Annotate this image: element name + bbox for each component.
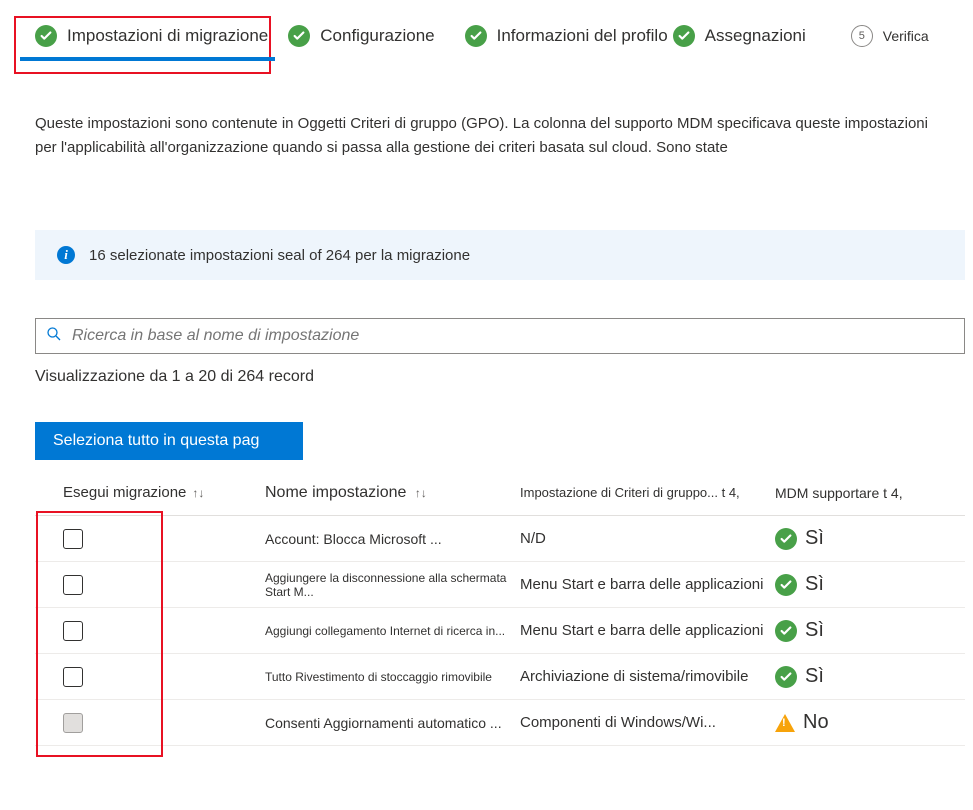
sort-icon: ↑↓ <box>415 486 427 500</box>
gpo-path: Componenti di Windows/Wi... <box>520 714 775 731</box>
setting-name[interactable]: Tutto Rivestimento di stoccaggio rimovib… <box>265 670 520 684</box>
migrate-checkbox[interactable] <box>63 667 83 687</box>
step-profile-info[interactable]: Informazioni del profilo <box>465 25 668 47</box>
warning-icon <box>775 714 795 732</box>
check-icon <box>465 25 487 47</box>
gpo-path: Archiviazione di sistema/rimovibile <box>520 668 775 685</box>
mdm-value: No <box>803 711 829 734</box>
wizard-stepper: Impostazioni di migrazione Configurazion… <box>35 25 973 47</box>
gpo-path: Menu Start e barra delle applicazioni <box>520 622 775 639</box>
gpo-path: Menu Start e barra delle applicazioni <box>520 576 775 593</box>
check-icon <box>35 25 57 47</box>
mdm-support: Sì <box>775 573 945 596</box>
step-label: Assegnazioni <box>705 26 806 46</box>
step-migration-settings[interactable]: Impostazioni di migrazione <box>35 25 268 47</box>
active-underline <box>20 57 275 61</box>
step-verify[interactable]: 5 Verifica <box>851 25 929 47</box>
mdm-support: Sì <box>775 665 945 688</box>
sort-icon: ↑↓ <box>192 486 204 500</box>
search-input[interactable] <box>72 327 954 345</box>
select-all-button[interactable]: Seleziona tutto in questa pag <box>35 422 303 460</box>
step-configuration[interactable]: Configurazione <box>288 25 434 47</box>
check-icon <box>775 666 797 688</box>
step-label: Configurazione <box>320 26 434 46</box>
mdm-value: Sì <box>805 527 824 550</box>
table-row: Tutto Rivestimento di stoccaggio rimovib… <box>35 654 965 700</box>
setting-name[interactable]: Account: Blocca Microsoft ... <box>265 531 520 547</box>
migrate-checkbox[interactable] <box>63 575 83 595</box>
banner-text: 16 selezionate impostazioni seal of 264 … <box>89 247 470 264</box>
check-icon <box>288 25 310 47</box>
table-row: Consenti Aggiornamenti automatico ...Com… <box>35 700 965 746</box>
setting-name[interactable]: Aggiungi collegamento Internet di ricerc… <box>265 624 520 638</box>
record-count-text: Visualizzazione da 1 a 20 di 264 record <box>35 368 973 386</box>
step-label: Impostazioni di migrazione <box>67 26 268 46</box>
step-label: Verifica <box>883 28 929 44</box>
check-icon <box>673 25 695 47</box>
check-icon <box>775 528 797 550</box>
settings-table: Esegui migrazione ↑↓ Nome impostazione ↑… <box>35 470 965 746</box>
setting-name[interactable]: Aggiungere la disconnessione alla scherm… <box>265 571 520 599</box>
column-mdm[interactable]: MDM supportare t 4, <box>775 485 945 501</box>
mdm-value: Sì <box>805 573 824 596</box>
table-row: Aggiungi collegamento Internet di ricerc… <box>35 608 965 654</box>
table-row: Aggiungere la disconnessione alla scherm… <box>35 562 965 608</box>
search-icon <box>46 326 62 347</box>
mdm-value: Sì <box>805 665 824 688</box>
column-name[interactable]: Nome impostazione ↑↓ <box>265 484 520 502</box>
info-banner: i 16 selezionate impostazioni seal of 26… <box>35 230 965 280</box>
gpo-path: N/D <box>520 530 775 547</box>
step-number-icon: 5 <box>851 25 873 47</box>
mdm-support: Sì <box>775 527 945 550</box>
step-assignments[interactable]: Assegnazioni <box>673 25 806 47</box>
step-label: Informazioni del profilo <box>497 26 668 46</box>
check-icon <box>775 620 797 642</box>
mdm-support: Sì <box>775 619 945 642</box>
mdm-value: Sì <box>805 619 824 642</box>
check-icon <box>775 574 797 596</box>
setting-name[interactable]: Consenti Aggiornamenti automatico ... <box>265 715 520 731</box>
column-migrate[interactable]: Esegui migrazione ↑↓ <box>35 484 265 501</box>
info-icon: i <box>57 246 75 264</box>
search-box[interactable] <box>35 318 965 354</box>
table-row: Account: Blocca Microsoft ...N/D Sì <box>35 516 965 562</box>
migrate-checkbox <box>63 713 83 733</box>
table-header: Esegui migrazione ↑↓ Nome impostazione ↑… <box>35 470 965 516</box>
mdm-support: No <box>775 711 945 734</box>
description-text: Queste impostazioni sono contenute in Og… <box>35 112 945 160</box>
migrate-checkbox[interactable] <box>63 529 83 549</box>
column-gpo[interactable]: Impostazione di Criteri di gruppo... t 4… <box>520 485 775 500</box>
migrate-checkbox[interactable] <box>63 621 83 641</box>
